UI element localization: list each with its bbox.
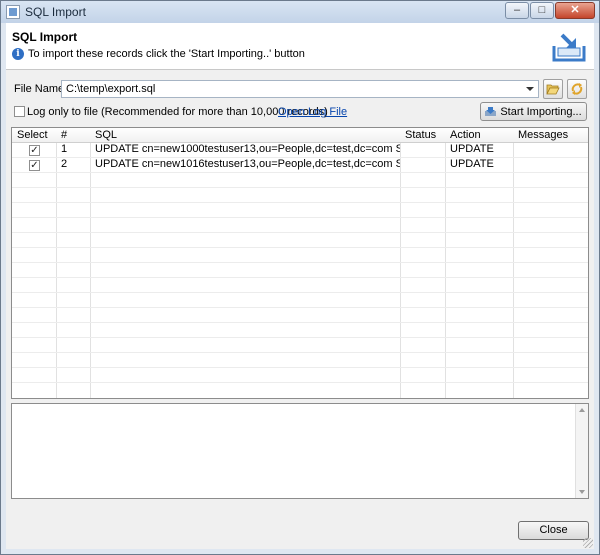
row-status <box>400 157 445 172</box>
column-header-status[interactable]: Status <box>400 128 445 142</box>
dialog-title: SQL Import <box>12 30 78 44</box>
window-controls: – □ ✕ <box>504 2 595 19</box>
window-title: SQL Import <box>25 5 86 19</box>
messages-textarea[interactable] <box>11 403 589 499</box>
file-name-label: File Name: <box>14 83 68 95</box>
folder-open-icon <box>546 84 560 95</box>
scroll-up-icon[interactable] <box>579 408 585 412</box>
grid-header: Select # SQL Status Action Messages <box>12 128 588 143</box>
start-importing-button[interactable]: Start Importing... <box>480 102 587 121</box>
browse-button[interactable] <box>543 79 563 99</box>
row-sql: UPDATE cn=new1016testuser13,ou=People,dc… <box>95 158 400 170</box>
column-header-action[interactable]: Action <box>445 128 513 142</box>
chevron-down-icon[interactable] <box>526 87 534 91</box>
dialog-header: SQL Import i To import these records cli… <box>6 23 594 70</box>
start-importing-label: Start Importing... <box>500 105 582 118</box>
close-button[interactable]: Close <box>518 521 589 540</box>
app-icon <box>6 5 20 19</box>
sql-import-window: SQL Import – □ ✕ SQL Import i To import … <box>0 0 600 555</box>
column-header-messages[interactable]: Messages <box>513 128 588 142</box>
import-icon <box>485 107 497 116</box>
row-sql: UPDATE cn=new1000testuser13,ou=People,dc… <box>95 143 400 155</box>
resize-grip-icon[interactable] <box>583 538 593 548</box>
vertical-scrollbar[interactable] <box>575 404 588 498</box>
column-header-number[interactable]: # <box>56 128 90 142</box>
column-header-sql[interactable]: SQL <box>90 128 400 142</box>
column-header-select[interactable]: Select <box>12 128 56 142</box>
records-grid[interactable]: Select # SQL Status Action Messages ✓ 1 … <box>11 127 589 399</box>
row-action: UPDATE <box>450 158 494 170</box>
info-icon: i <box>12 48 24 60</box>
dialog-client: SQL Import i To import these records cli… <box>6 23 594 549</box>
row-messages <box>513 142 588 157</box>
log-only-checkbox[interactable] <box>14 106 25 117</box>
info-text: To import these records click the 'Start… <box>28 48 305 60</box>
close-window-button[interactable]: ✕ <box>555 2 595 19</box>
refresh-icon <box>571 83 583 95</box>
row-number: 2 <box>61 158 68 170</box>
row-select-checkbox[interactable]: ✓ <box>29 160 40 171</box>
open-log-file-link[interactable]: Open Log File <box>278 106 347 118</box>
file-name-combo[interactable]: C:\temp\export.sql <box>61 80 539 98</box>
row-messages <box>513 157 588 172</box>
title-bar[interactable]: SQL Import – □ ✕ <box>1 1 599 23</box>
row-action: UPDATE <box>450 143 494 155</box>
row-status <box>400 142 445 157</box>
minimize-button[interactable]: – <box>505 2 529 19</box>
scroll-down-icon[interactable] <box>579 490 585 494</box>
refresh-button[interactable] <box>567 79 587 99</box>
row-select-checkbox[interactable]: ✓ <box>29 145 40 156</box>
row-number: 1 <box>61 143 68 155</box>
maximize-button[interactable]: □ <box>530 2 554 19</box>
file-name-value: C:\temp\export.sql <box>66 83 156 95</box>
import-tray-icon <box>552 33 586 62</box>
